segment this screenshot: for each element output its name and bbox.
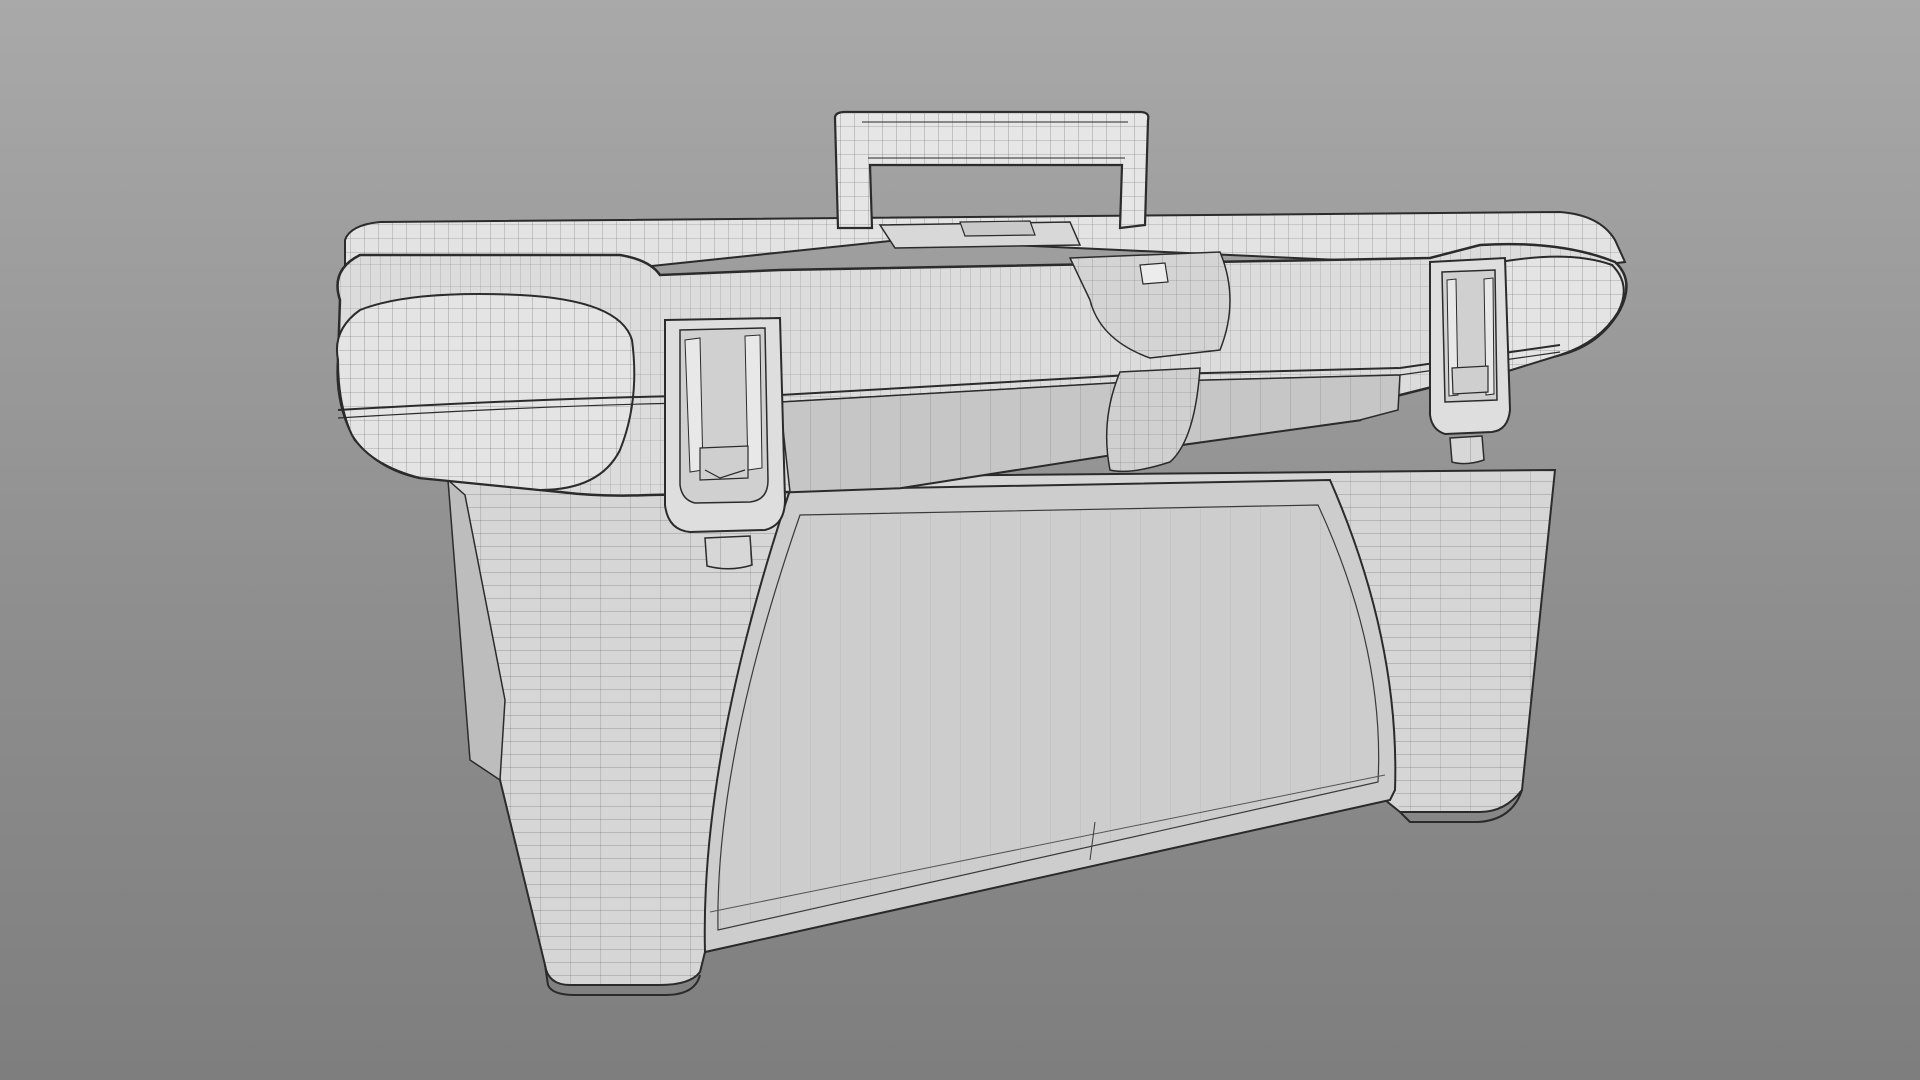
right-latch [1429, 256, 1512, 465]
toolbox-model [0, 0, 1920, 1080]
3d-viewport [0, 0, 1920, 1080]
toolbox-handle [833, 110, 1150, 230]
toolbox-body [446, 468, 1557, 996]
